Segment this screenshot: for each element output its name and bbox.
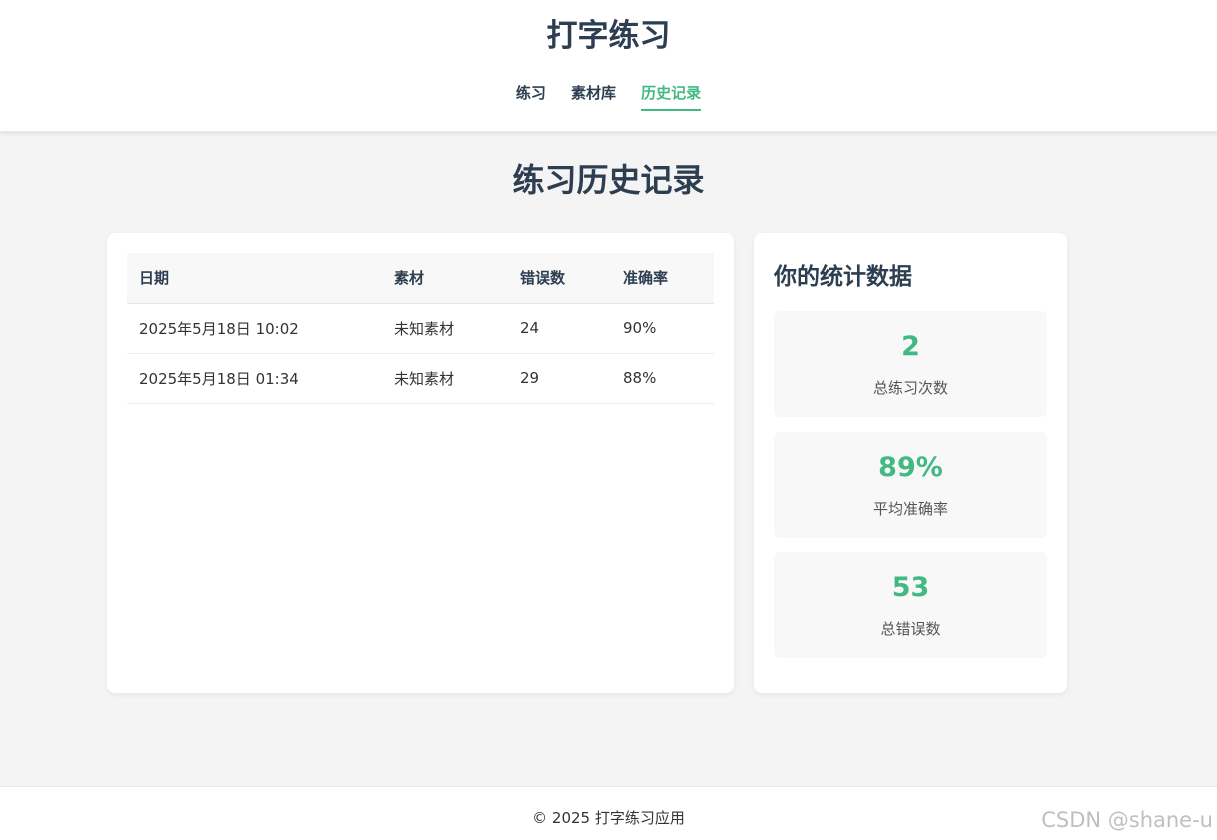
app-header: 打字练习 练习 素材库 历史记录 [0,0,1217,132]
cell-date: 2025年5月18日 01:34 [127,353,382,404]
stat-total-errors: 53 总错误数 [774,552,1047,658]
cell-material: 未知素材 [382,353,508,404]
column-header-accuracy: 准确率 [611,253,714,304]
footer-copyright: © 2025 打字练习应用 [532,809,685,827]
table-header-row: 日期 素材 错误数 准确率 [127,253,714,304]
cell-errors: 29 [508,353,611,404]
watermark: CSDN @shane-u [1041,808,1213,832]
stat-label: 总错误数 [880,620,941,638]
stat-value: 89% [878,452,943,483]
column-header-material: 素材 [382,253,508,304]
column-header-errors: 错误数 [508,253,611,304]
column-header-date: 日期 [127,253,382,304]
stat-value: 53 [891,572,930,603]
stat-label: 总练习次数 [872,379,948,397]
cell-accuracy: 88% [611,353,714,404]
app-title: 打字练习 [546,18,671,54]
cell-accuracy: 90% [611,303,714,354]
history-table: 日期 素材 错误数 准确率 2025年5月18日 10:02 未知素材 24 9… [127,253,714,404]
cell-date: 2025年5月18日 10:02 [127,303,382,354]
stat-average-accuracy: 89% 平均准确率 [774,432,1047,538]
stat-total-sessions: 2 总练习次数 [774,311,1047,417]
page-footer: © 2025 打字练习应用 [0,786,1217,840]
stats-card: 你的统计数据 2 总练习次数 89% 平均准确率 53 总错误数 [754,233,1067,693]
nav-materials[interactable]: 素材库 [571,82,616,111]
stat-value: 2 [901,331,920,362]
history-card: 日期 素材 错误数 准确率 2025年5月18日 10:02 未知素材 24 9… [107,233,734,693]
stat-label: 平均准确率 [872,500,948,518]
main-nav: 练习 素材库 历史记录 [0,82,1217,111]
nav-practice[interactable]: 练习 [516,82,546,111]
table-row: 2025年5月18日 10:02 未知素材 24 90% [127,303,714,354]
cell-material: 未知素材 [382,303,508,354]
table-row: 2025年5月18日 01:34 未知素材 29 88% [127,353,714,404]
page-title: 练习历史记录 [512,161,705,199]
cell-errors: 24 [508,303,611,354]
stats-title: 你的统计数据 [774,264,912,290]
nav-history[interactable]: 历史记录 [641,82,702,111]
